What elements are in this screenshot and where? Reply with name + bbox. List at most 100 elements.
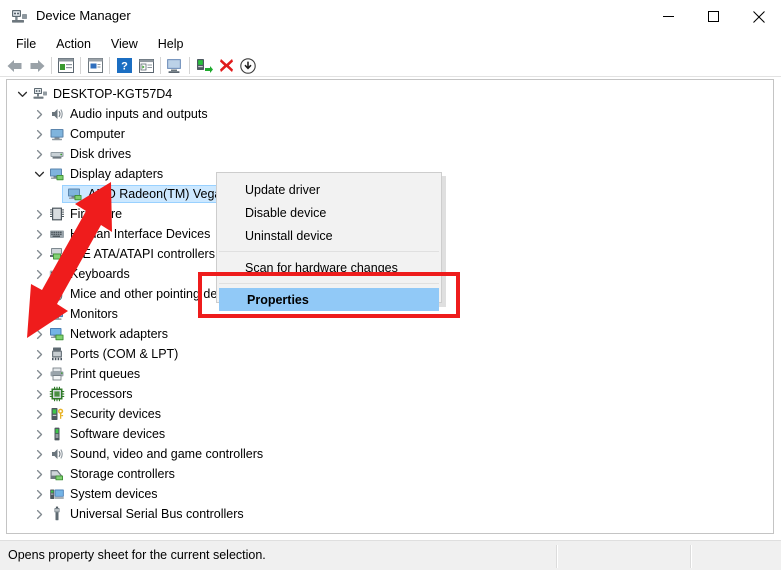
speaker-icon bbox=[48, 444, 66, 464]
tree-row-content[interactable]: System devices bbox=[48, 484, 158, 504]
tree-row-label: Processors bbox=[70, 387, 133, 401]
tree-row[interactable]: Audio inputs and outputs bbox=[7, 104, 773, 124]
tree-row-content[interactable]: Software devices bbox=[48, 424, 165, 444]
disable-device-icon[interactable] bbox=[237, 55, 259, 76]
window-controls bbox=[646, 0, 781, 33]
context-menu-separator bbox=[219, 251, 439, 252]
tree-row-label: Audio inputs and outputs bbox=[70, 107, 208, 121]
chevron-right-icon[interactable] bbox=[30, 484, 48, 504]
tree-row-content[interactable]: Disk drives bbox=[48, 144, 131, 164]
minimize-button[interactable] bbox=[646, 0, 691, 33]
menu-action[interactable]: Action bbox=[46, 35, 101, 53]
tree-row[interactable]: Security devices bbox=[7, 404, 773, 424]
tree-row-content[interactable]: Processors bbox=[48, 384, 133, 404]
chevron-right-icon[interactable] bbox=[30, 344, 48, 364]
chevron-right-icon[interactable] bbox=[30, 424, 48, 444]
tree-row-content[interactable]: Storage controllers bbox=[48, 464, 175, 484]
processor-icon bbox=[48, 384, 66, 404]
back-icon[interactable] bbox=[4, 55, 26, 76]
tree-row[interactable]: Sound, video and game controllers bbox=[7, 444, 773, 464]
context-menu-item-uninstall-device[interactable]: Uninstall device bbox=[217, 224, 441, 247]
tree-root-row[interactable]: DESKTOP-KGT57D4 bbox=[7, 84, 773, 104]
menu-help[interactable]: Help bbox=[148, 35, 194, 53]
context-menu-item-update-driver[interactable]: Update driver bbox=[217, 178, 441, 201]
tree-row[interactable]: Software devices bbox=[7, 424, 773, 444]
tree-row-content[interactable]: Security devices bbox=[48, 404, 161, 424]
tree-row-content[interactable]: Universal Serial Bus controllers bbox=[48, 504, 244, 524]
menu-bar: File Action View Help bbox=[0, 33, 781, 54]
status-bar: Opens property sheet for the current sel… bbox=[0, 540, 781, 570]
title-bar: Device Manager bbox=[0, 0, 781, 33]
usb-icon bbox=[48, 504, 66, 524]
speaker-icon bbox=[48, 104, 66, 124]
toolbar: ? bbox=[0, 54, 781, 77]
computer-root-icon bbox=[31, 84, 49, 104]
software-device-icon bbox=[48, 424, 66, 444]
update-driver-icon[interactable] bbox=[193, 55, 215, 76]
tree-row[interactable]: Computer bbox=[7, 124, 773, 144]
chevron-right-icon[interactable] bbox=[30, 464, 48, 484]
security-icon bbox=[48, 404, 66, 424]
device-manager-window: Device Manager File Action View Help ? D… bbox=[0, 0, 781, 570]
toolbar-divider bbox=[0, 76, 781, 77]
maximize-button[interactable] bbox=[691, 0, 736, 33]
printer-icon bbox=[48, 364, 66, 384]
help-icon[interactable]: ? bbox=[113, 55, 135, 76]
close-button[interactable] bbox=[736, 0, 781, 33]
tree-row[interactable]: Universal Serial Bus controllers bbox=[7, 504, 773, 524]
tree-row-content[interactable]: Computer bbox=[48, 124, 125, 144]
toolbar-separator bbox=[80, 57, 81, 74]
chevron-right-icon[interactable] bbox=[30, 404, 48, 424]
port-icon bbox=[48, 344, 66, 364]
svg-text:?: ? bbox=[121, 61, 128, 73]
context-menu-item-disable-device[interactable]: Disable device bbox=[217, 201, 441, 224]
chevron-right-icon[interactable] bbox=[30, 124, 48, 144]
menu-view[interactable]: View bbox=[101, 35, 148, 53]
tree-row[interactable]: Ports (COM & LPT) bbox=[7, 344, 773, 364]
tree-row-label: Ports (COM & LPT) bbox=[70, 347, 179, 361]
tree-row-label: Security devices bbox=[70, 407, 162, 421]
status-divider bbox=[690, 545, 692, 568]
chevron-right-icon[interactable] bbox=[30, 364, 48, 384]
tree-row[interactable]: Processors bbox=[7, 384, 773, 404]
chevron-down-icon[interactable] bbox=[13, 84, 31, 104]
tree-row[interactable]: Storage controllers bbox=[7, 464, 773, 484]
tree-row-label: System devices bbox=[70, 487, 158, 501]
tree-row-label: Software devices bbox=[70, 427, 166, 441]
tree-row-content[interactable]: Sound, video and game controllers bbox=[48, 444, 263, 464]
monitor-icon bbox=[48, 124, 66, 144]
show-hide-console-tree-icon[interactable] bbox=[55, 55, 77, 76]
tree-row-label: DESKTOP-KGT57D4 bbox=[53, 87, 173, 101]
tree-row-content[interactable]: Audio inputs and outputs bbox=[48, 104, 208, 124]
system-device-icon bbox=[48, 484, 66, 504]
chevron-right-icon[interactable] bbox=[30, 444, 48, 464]
context-menu-item-label: Disable device bbox=[245, 205, 327, 220]
annotation-highlight-box bbox=[198, 272, 460, 318]
uninstall-device-icon[interactable] bbox=[215, 55, 237, 76]
menu-file[interactable]: File bbox=[6, 35, 46, 53]
forward-icon[interactable] bbox=[26, 55, 48, 76]
chevron-right-icon[interactable] bbox=[30, 504, 48, 524]
tree-row-content[interactable]: Print queues bbox=[48, 364, 140, 384]
tree-row-content[interactable]: DESKTOP-KGT57D4 bbox=[31, 84, 172, 104]
properties-icon[interactable] bbox=[84, 55, 106, 76]
annotation-arrow-icon bbox=[18, 178, 128, 343]
tree-row[interactable]: Disk drives bbox=[7, 144, 773, 164]
toolbar-separator bbox=[189, 57, 190, 74]
scan-hardware-changes-icon[interactable] bbox=[164, 55, 186, 76]
chevron-right-icon[interactable] bbox=[30, 384, 48, 404]
view-icon[interactable] bbox=[135, 55, 157, 76]
toolbar-separator bbox=[160, 57, 161, 74]
storage-icon bbox=[48, 464, 66, 484]
tree-row-label: Universal Serial Bus controllers bbox=[70, 507, 244, 521]
tree-row[interactable]: System devices bbox=[7, 484, 773, 504]
device-manager-icon bbox=[11, 8, 28, 25]
status-divider bbox=[556, 545, 558, 568]
context-menu-item-label: Update driver bbox=[245, 182, 321, 197]
chevron-right-icon[interactable] bbox=[30, 144, 48, 164]
status-message: Opens property sheet for the current sel… bbox=[8, 548, 266, 562]
tree-row[interactable]: Print queues bbox=[7, 364, 773, 384]
chevron-right-icon[interactable] bbox=[30, 104, 48, 124]
tree-row-label: Computer bbox=[70, 127, 125, 141]
tree-row-content[interactable]: Ports (COM & LPT) bbox=[48, 344, 178, 364]
